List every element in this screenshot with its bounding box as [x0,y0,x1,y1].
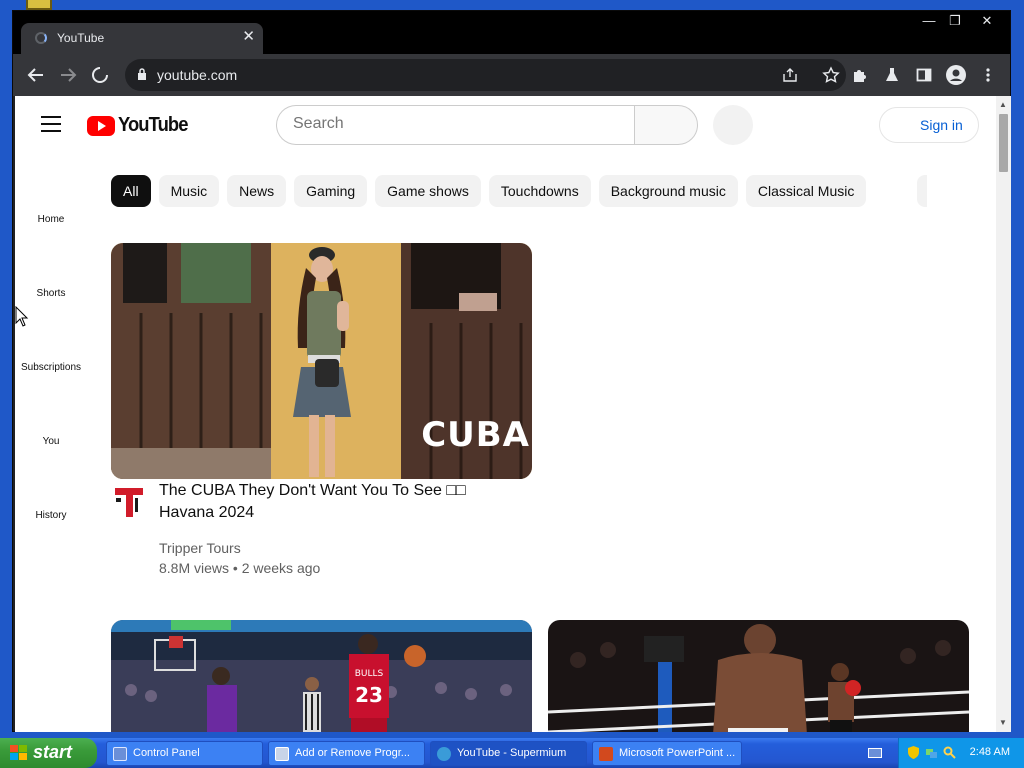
taskbar: start Control Panel Add or Remove Progr.… [0,738,1024,768]
task-label: Control Panel [133,747,200,759]
side-panel-button[interactable] [913,64,935,86]
channel-name[interactable]: Tripper Tours [159,540,241,556]
start-label: start [33,742,73,762]
thumbnail-image-boxing [548,620,969,732]
keyboard-icon[interactable] [868,748,882,758]
chip-music[interactable]: Music [158,175,220,207]
chip-overflow [917,175,927,207]
forward-button[interactable] [57,64,79,86]
browser-titlebar: YouTube ✕ — ❐ ✕ [13,11,1010,54]
loading-spinner-icon [92,67,108,83]
category-chips: All Music News Gaming Game shows Touchdowns Ba… [111,175,921,207]
video-thumbnail-basketball[interactable]: BULLS 23 [111,620,532,732]
lock-icon[interactable] [137,68,147,80]
chip-news[interactable]: News [227,175,287,207]
jersey-team-text: BULLS [355,669,384,679]
supermium-browser-icon [437,747,451,761]
tab-close-icon[interactable]: ✕ [242,28,255,46]
browser-menu-button[interactable] [977,64,999,86]
task-label: YouTube - Supermium [457,747,567,759]
window-minimize-button[interactable]: — [917,13,941,28]
scroll-up-icon[interactable]: ▲ [999,100,1007,109]
labs-button[interactable] [881,64,903,86]
bookmark-star-icon[interactable] [822,66,840,84]
tab-title: YouTube [57,31,105,45]
search-tray-icon[interactable] [943,746,956,759]
window-close-button[interactable]: ✕ [975,13,999,29]
url-text[interactable]: youtube.com [157,67,237,83]
search-box[interactable] [276,105,634,145]
sidebar-item-you[interactable]: You [15,436,87,447]
task-powerpoint[interactable]: Microsoft PowerPoint ... [592,741,742,766]
sidebar-item-subscriptions[interactable]: Subscriptions [15,362,87,373]
youtube-logo[interactable]: YouTube [87,114,194,137]
extensions-button[interactable] [849,64,871,86]
powerpoint-icon [599,747,613,761]
task-label: Add or Remove Progr... [295,747,410,759]
profile-button[interactable] [945,64,967,86]
network-icon[interactable] [925,746,938,759]
sidebar-item-history[interactable]: History [15,510,87,521]
share-icon[interactable] [782,67,798,83]
back-arrow-icon [27,68,43,82]
chip-background-music[interactable]: Background music [598,175,738,207]
voice-search-button[interactable] [713,105,753,145]
desktop-icon[interactable] [26,0,52,10]
mouse-cursor-icon [15,306,29,327]
address-bar[interactable]: youtube.com [125,59,846,91]
back-button[interactable] [25,64,47,86]
sign-in-button[interactable]: Sign in [879,107,979,143]
stop-loading-button[interactable] [89,64,111,86]
video-title[interactable]: The CUBA They Don't Want You To See □□ H… [159,480,489,524]
control-panel-icon [113,747,127,761]
video-thumbnail[interactable]: CUBA [111,243,532,479]
chip-game-shows[interactable]: Game shows [375,175,481,207]
video-thumbnail-boxing[interactable] [548,620,969,732]
thumbnail-image-basketball: BULLS 23 [111,620,532,732]
scrollbar-thumb[interactable] [999,114,1008,172]
clock: 2:48 AM [969,746,1010,758]
windows-logo-icon [10,745,27,760]
video-meta: 8.8M views • 2 weeks ago [159,560,321,576]
system-tray: 2:48 AM [898,738,1024,768]
chip-all[interactable]: All [111,175,151,207]
add-remove-programs-icon [275,747,289,761]
start-button[interactable]: start [0,738,97,768]
security-shield-icon[interactable] [907,746,920,759]
page-scrollbar[interactable]: ▲ ▼ [996,96,1011,732]
task-add-remove-programs[interactable]: Add or Remove Progr... [268,741,425,766]
scroll-down-icon[interactable]: ▼ [999,718,1007,727]
sidebar-item-shorts[interactable]: Shorts [15,288,87,299]
profile-avatar-icon [946,65,966,85]
thumbnail-title-text: CUBA [421,415,530,455]
task-label: Microsoft PowerPoint ... [619,747,736,759]
loading-favicon-icon [35,32,47,44]
chip-gaming[interactable]: Gaming [294,175,368,207]
jersey-number-text: 23 [355,683,383,707]
youtube-play-icon [87,115,115,136]
chip-classical-music[interactable]: Classical Music [745,175,867,207]
task-youtube-supermium[interactable]: YouTube - Supermium [430,741,587,766]
forward-arrow-icon [61,68,77,82]
channel-avatar[interactable] [111,484,147,520]
search-input[interactable] [293,115,613,133]
window-maximize-button[interactable]: ❐ [943,13,967,29]
search-button[interactable] [634,105,698,145]
flask-icon [886,68,898,81]
browser-toolbar: youtube.com [13,54,1010,96]
side-panel-icon [916,68,932,82]
tab-youtube[interactable]: YouTube ✕ [21,23,263,54]
puzzle-icon [854,70,866,82]
youtube-logo-text: YouTube [118,114,188,136]
chip-touchdowns[interactable]: Touchdowns [488,175,591,207]
youtube-page: YouTube Sign in Home Shorts Subscription… [15,96,996,732]
browser-window: YouTube ✕ — ❐ ✕ youtube.com YouTube Sear… [12,10,1011,732]
task-control-panel[interactable]: Control Panel [106,741,263,766]
hamburger-menu-icon[interactable] [41,116,61,137]
kebab-menu-icon [986,68,990,82]
sidebar-item-home[interactable]: Home [15,214,87,225]
